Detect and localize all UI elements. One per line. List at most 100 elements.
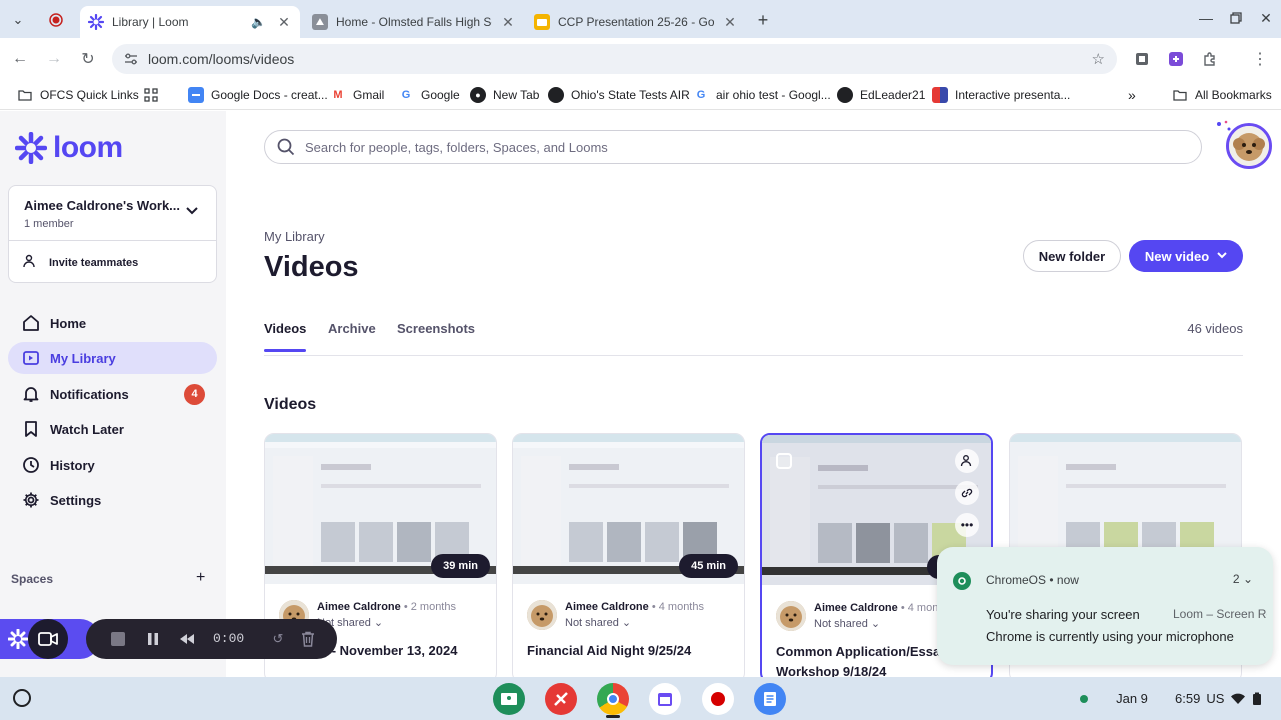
- bookmark-new-tab[interactable]: ● New Tab: [470, 85, 539, 105]
- workspace-switcher[interactable]: Aimee Caldrone's Work... 1 member Invite…: [8, 185, 217, 283]
- recording-tab-icon[interactable]: [44, 8, 68, 32]
- share-status[interactable]: Not shared ⌄: [814, 617, 953, 630]
- author-name[interactable]: Aimee Caldrone: [317, 601, 401, 613]
- notification-expand[interactable]: 2 ⌄: [1233, 572, 1253, 586]
- sidebar-item-notifications[interactable]: Notifications 4: [8, 378, 217, 410]
- bookmark-icon: [20, 418, 42, 440]
- folder-icon: [1172, 87, 1188, 103]
- sidebar-item-settings[interactable]: Settings: [8, 484, 217, 516]
- library-tabs: Videos Archive Screenshots: [264, 316, 1243, 356]
- share-status[interactable]: Not shared ⌄: [565, 616, 704, 629]
- rewind-icon[interactable]: [176, 628, 198, 650]
- address-bar[interactable]: loom.com/looms/videos ☆: [112, 44, 1117, 74]
- video-thumbnail[interactable]: 39 min: [265, 434, 496, 584]
- video-card[interactable]: 45 min Aimee Caldrone • 4 months Not sha…: [512, 433, 745, 677]
- search-input[interactable]: [305, 139, 1185, 155]
- invite-teammates-button[interactable]: Invite teammates: [23, 254, 138, 271]
- chromeos-notification[interactable]: ChromeOS • now 2 ⌄ You're sharing your s…: [937, 547, 1273, 665]
- classroom-app-icon[interactable]: [493, 683, 525, 715]
- bookmark-google-docs[interactable]: Google Docs - creat...: [188, 85, 328, 105]
- calendar-app-icon[interactable]: [649, 683, 681, 715]
- link-icon[interactable]: [955, 481, 979, 505]
- puzzle-extensions-icon[interactable]: [1198, 47, 1222, 71]
- tab-search-icon[interactable]: ⌄: [6, 8, 30, 32]
- chrome-app-icon[interactable]: [597, 683, 629, 715]
- card-hover-actions: •••: [955, 449, 979, 537]
- maximize-icon[interactable]: [1224, 8, 1248, 28]
- search-bar[interactable]: [264, 130, 1202, 164]
- breadcrumb[interactable]: My Library: [264, 229, 325, 244]
- bookmark-edleader21[interactable]: EdLeader21: [837, 85, 925, 105]
- notification-source: ChromeOS • now: [986, 573, 1079, 587]
- close-window-icon[interactable]: ✕: [1254, 8, 1278, 28]
- chevron-down-icon[interactable]: [186, 204, 198, 218]
- sidebar-item-history[interactable]: History: [8, 449, 217, 481]
- tab-videos[interactable]: Videos: [264, 321, 307, 352]
- video-title[interactable]: Financial Aid Night 9/25/24: [527, 641, 737, 661]
- select-checkbox[interactable]: [776, 453, 792, 469]
- site-info-icon[interactable]: [124, 52, 138, 66]
- launcher-icon[interactable]: [13, 689, 31, 707]
- tab-olmsted-falls[interactable]: ⛰ Home - Olmsted Falls High Sch ✕: [304, 6, 524, 38]
- restart-icon[interactable]: ↺: [267, 628, 289, 650]
- sidebar-item-my-library[interactable]: My Library: [8, 342, 217, 374]
- bookmark-interactive[interactable]: Interactive presenta...: [932, 85, 1070, 105]
- camera-toggle-button[interactable]: [28, 619, 68, 659]
- reload-icon[interactable]: ↻: [76, 47, 100, 71]
- trash-icon[interactable]: [297, 628, 319, 650]
- screen-recorder-app-icon[interactable]: [702, 683, 734, 715]
- more-options-icon[interactable]: •••: [955, 513, 979, 537]
- back-icon[interactable]: ←: [8, 47, 32, 71]
- google-docs-app-icon[interactable]: [754, 683, 786, 715]
- bookmark-ohio-tests[interactable]: Ohio's State Tests AIR: [548, 85, 690, 105]
- stop-icon[interactable]: [107, 628, 129, 650]
- avatar: [527, 600, 557, 630]
- bookmark-gmail[interactable]: M Gmail: [330, 85, 384, 105]
- folder-icon: [17, 87, 33, 103]
- tab-screenshots[interactable]: Screenshots: [397, 321, 475, 336]
- notification-headline: You're sharing your screen: [986, 607, 1140, 622]
- bookmark-ofcs[interactable]: OFCS Quick Links: [17, 85, 139, 105]
- user-avatar[interactable]: [1226, 123, 1272, 169]
- forward-icon[interactable]: →: [42, 47, 66, 71]
- tab-archive[interactable]: Archive: [328, 321, 376, 336]
- add-space-button[interactable]: +: [196, 569, 205, 587]
- art-app-icon[interactable]: [545, 683, 577, 715]
- system-tray[interactable]: 6:59 US: [1175, 677, 1262, 720]
- bookmark-star-icon[interactable]: ☆: [1092, 50, 1105, 68]
- new-tab-button[interactable]: +: [751, 8, 775, 32]
- loom-logo[interactable]: loom: [15, 131, 123, 165]
- extension-icon[interactable]: [1130, 47, 1154, 71]
- new-folder-button[interactable]: New folder: [1023, 240, 1121, 272]
- bookmark-google[interactable]: G Google: [398, 85, 460, 105]
- time-ago: 4 months: [658, 601, 704, 613]
- video-thumbnail[interactable]: 45 min: [513, 434, 744, 584]
- pause-icon[interactable]: [142, 628, 164, 650]
- card-meta: Aimee Caldrone • 4 months Not shared ⌄: [776, 601, 953, 631]
- author-name[interactable]: Aimee Caldrone: [565, 601, 649, 613]
- all-bookmarks[interactable]: All Bookmarks: [1172, 85, 1272, 105]
- share-status[interactable]: Not shared ⌄: [317, 616, 456, 629]
- apps-grid-icon[interactable]: [144, 85, 158, 105]
- avatar: [776, 601, 806, 631]
- sidebar-item-home[interactable]: Home: [8, 307, 217, 339]
- tab-ccp-presentation[interactable]: CCP Presentation 25-26 - Goog ✕: [526, 6, 746, 38]
- browser-menu-icon[interactable]: ⋮: [1248, 47, 1272, 71]
- screen-share-icon: [953, 572, 971, 590]
- new-video-button[interactable]: New video: [1129, 240, 1243, 272]
- audio-playing-icon[interactable]: 🔈: [251, 15, 266, 29]
- close-tab-icon[interactable]: ✕: [500, 14, 516, 31]
- battery-icon: [1253, 692, 1262, 705]
- tab-library-loom[interactable]: Library | Loom 🔈 ✕: [80, 6, 300, 38]
- more-bookmarks-icon[interactable]: »: [1128, 85, 1136, 105]
- close-tab-icon[interactable]: ✕: [722, 14, 738, 31]
- add-person-icon[interactable]: [955, 449, 979, 473]
- bookmark-air-ohio[interactable]: G air ohio test - Googl...: [693, 85, 831, 105]
- loom-extension-icon[interactable]: [1164, 47, 1188, 71]
- page-title: Videos: [264, 251, 359, 283]
- minimize-icon[interactable]: —: [1194, 8, 1218, 28]
- author-name[interactable]: Aimee Caldrone: [814, 602, 898, 614]
- sidebar-item-watch-later[interactable]: Watch Later: [8, 413, 217, 445]
- date-pill[interactable]: Jan 9: [1101, 677, 1163, 720]
- close-tab-icon[interactable]: ✕: [276, 14, 292, 31]
